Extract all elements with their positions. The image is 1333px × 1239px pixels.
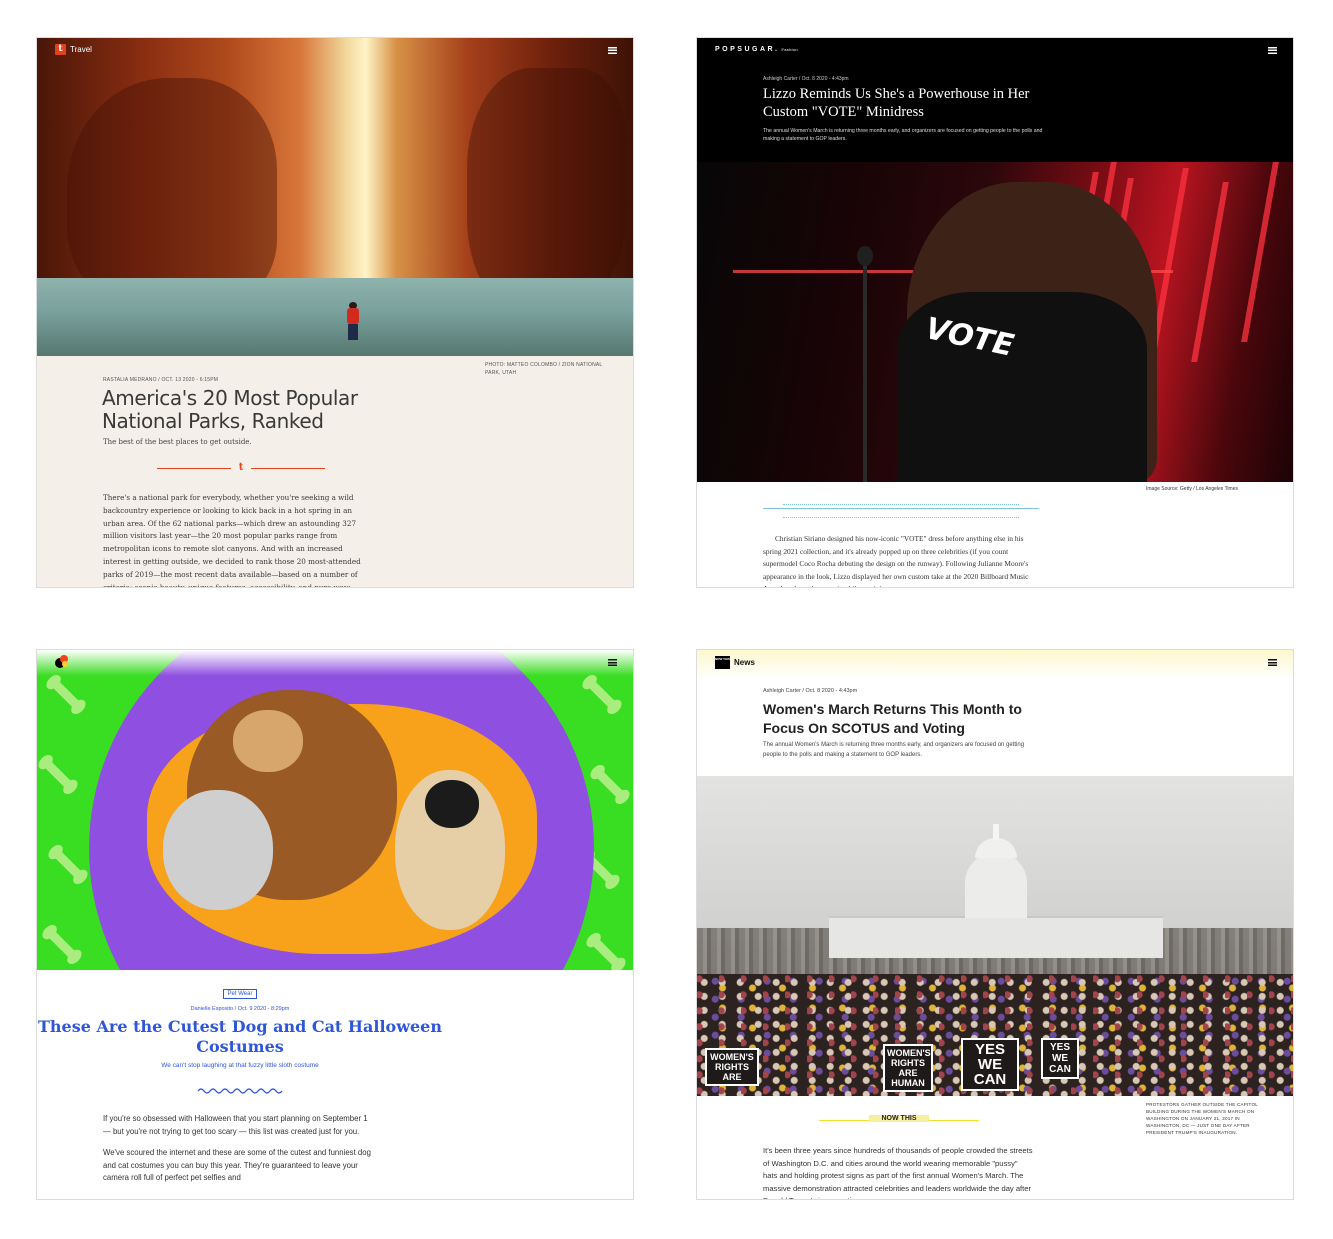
- news-article-panel: NOW THIS News Ashleigh Carter / Oct. 8 2…: [696, 649, 1294, 1200]
- image-caption: PROTESTORS GATHER OUTSIDE THE CAPITOL BU…: [1146, 1102, 1258, 1135]
- article-header-black: POPSUGAR. Fashion Ashleigh Carter / Oct. …: [697, 38, 1293, 162]
- blue-divider: [763, 508, 1039, 509]
- nowthis-divider: NOW THIS: [819, 1115, 979, 1125]
- protest-sign: YES WE CAN: [961, 1038, 1019, 1091]
- hiker-figure: [345, 302, 361, 342]
- nowthis-label: NOW THIS: [869, 1115, 929, 1122]
- menu-icon[interactable]: [1268, 47, 1277, 54]
- article-byline: Danielle Esposito / Oct. 9 2020 - 8:29pm: [190, 1006, 290, 1012]
- site-logo[interactable]: POPSUGAR. Fashion: [715, 46, 798, 53]
- canyon-wall-left: [67, 78, 277, 308]
- article-title: Lizzo Reminds Us She's a Powerhouse in H…: [763, 86, 1030, 120]
- article-dek: We can't stop laughing at that fuzzy lit…: [161, 1062, 319, 1069]
- article-byline: Ashleigh Carter / Oct. 8 2020 - 4:43pm: [763, 688, 858, 694]
- menu-icon[interactable]: [608, 47, 617, 54]
- article-dek: The annual Women's March is returning th…: [763, 742, 1025, 758]
- image-caption: Image Source: Getty / Los Angeles Times: [1146, 486, 1238, 492]
- site-logo[interactable]: t: [55, 44, 66, 55]
- section-label[interactable]: News: [734, 658, 755, 667]
- article-body: If you're so obsessed with Halloween tha…: [103, 1113, 373, 1194]
- dotted-divider: [783, 504, 1019, 518]
- section-label: Fashion: [781, 47, 798, 52]
- site-logo[interactable]: NOW THIS: [715, 656, 730, 669]
- koala-costume-dog: [163, 790, 273, 910]
- body-paragraph: If you're so obsessed with Halloween tha…: [103, 1114, 368, 1136]
- menu-icon[interactable]: [608, 659, 617, 666]
- article-byline: RASTALIA MEDRANO / OCT. 13 2020 - 6:15PM: [103, 377, 219, 383]
- divider-logo-mark: t: [238, 462, 244, 473]
- puppy-face: [425, 780, 479, 828]
- hero-image-pets: [37, 650, 633, 970]
- article-title: America's 20 Most Popular National Parks…: [102, 386, 358, 433]
- microphone: [857, 246, 873, 482]
- hero-image-lizzo: VOTE: [697, 162, 1293, 482]
- site-logo[interactable]: [55, 655, 69, 669]
- protest-sign: WOMEN'S RIGHTS ARE HUMAN: [883, 1044, 933, 1092]
- article-byline: Ashleigh Carter / Oct. 8 2020 - 4:43pm: [763, 76, 849, 82]
- article-body: There's a national park for everybody, w…: [103, 493, 361, 588]
- section-label[interactable]: Travel: [70, 45, 92, 54]
- photo-credit: PHOTO: MATTEO COLOMBO / ZION NATIONAL PA…: [485, 362, 603, 376]
- category-tag[interactable]: Pet Wear: [223, 989, 257, 999]
- section-divider: t: [157, 463, 325, 474]
- article-title: These Are the Cutest Dog and Cat Hallowe…: [38, 1017, 442, 1056]
- pets-article-panel: Pet Wear Danielle Esposito / Oct. 9 2020…: [36, 649, 634, 1200]
- dog-face: [233, 710, 303, 772]
- body-paragraph: We've scoured the internet and these are…: [103, 1148, 371, 1183]
- squiggle-divider-icon: [197, 1088, 283, 1094]
- protest-sign: YES WE CAN: [1041, 1038, 1079, 1079]
- fashion-article-panel: POPSUGAR. Fashion Ashleigh Carter / Oct. …: [696, 37, 1294, 588]
- menu-icon[interactable]: [1268, 659, 1277, 666]
- hero-image-womens-march: WOMEN'S RIGHTS ARE WOMEN'S RIGHTS ARE HU…: [697, 776, 1293, 1096]
- article-title: Women's March Returns This Month to Focu…: [763, 701, 1022, 736]
- river-water: [37, 278, 633, 356]
- hero-image-canyon: [37, 38, 633, 356]
- capitol-building: [829, 916, 1163, 958]
- article-dek: The annual Women's March is returning th…: [763, 128, 1043, 142]
- article-dek: The best of the best places to get outsi…: [103, 438, 252, 446]
- article-body: It's been three years since hundreds of …: [763, 1146, 1033, 1199]
- protest-sign: WOMEN'S RIGHTS ARE: [705, 1048, 759, 1086]
- travel-article-panel: t Travel PHOTO: MATTEO COLOMBO / ZION NA…: [36, 37, 634, 588]
- article-body: Christian Siriano designed his now-iconi…: [763, 534, 1029, 587]
- site-header: t Travel: [55, 44, 92, 55]
